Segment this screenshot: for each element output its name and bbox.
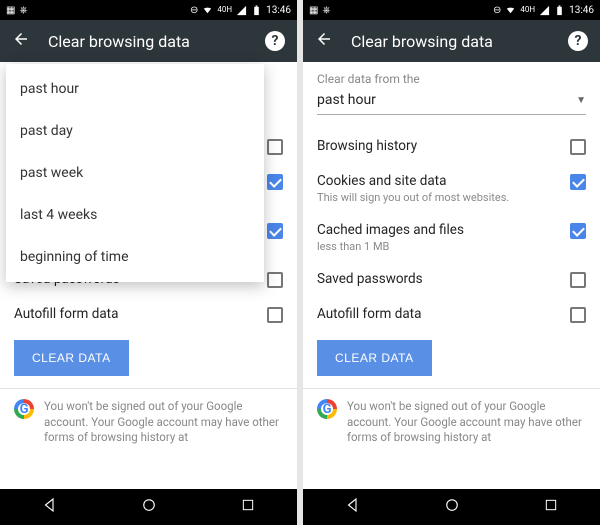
content-area: Clear data from the past hour ▼ Browsing… [303,62,600,489]
phone-right: ▦ ⎈ ⊖ 40H 13:46 Clear browsing data ? Cl… [303,0,600,525]
nav-bar [303,489,600,525]
signal-text: 40H [217,6,232,14]
location-icon: ⎈ [19,5,27,16]
item-label: Autofill form data [14,306,259,322]
nav-back-icon[interactable] [41,496,59,518]
list-item[interactable]: Autofill form data [14,297,283,332]
google-logo-icon: G [14,399,34,419]
checkbox[interactable] [267,139,283,155]
item-label: Cookies and site data [317,173,562,189]
wifi-icon [202,5,213,16]
footer-text: You won't be signed out of your Google a… [347,399,586,446]
menu-item[interactable]: past week [6,152,264,194]
menu-item[interactable]: past hour [6,68,264,110]
clear-data-button[interactable]: CLEAR DATA [14,340,129,376]
footer-text: You won't be signed out of your Google a… [44,399,283,446]
clock-text: 13:46 [266,5,291,16]
dropdown-label: Clear data from the [317,72,586,86]
back-icon[interactable] [315,30,333,52]
checkbox[interactable] [570,139,586,155]
checkbox[interactable] [570,272,586,288]
app-bar: Clear browsing data ? [0,20,297,62]
page-title: Clear browsing data [48,32,247,51]
signal-text: 40H [520,6,535,14]
signal-icon [236,5,247,16]
image-icon: ▦ [6,5,15,16]
list-item[interactable]: Browsing history [317,129,586,164]
footer-note: G You won't be signed out of your Google… [317,389,586,446]
status-bar: ▦ ⎈ ⊖ 40H 13:46 [303,0,600,20]
back-icon[interactable] [12,30,30,52]
battery-icon [554,5,565,16]
time-range-menu: past hour past day past week last 4 week… [6,64,264,282]
app-bar: Clear browsing data ? [303,20,600,62]
help-icon[interactable]: ? [568,31,588,51]
nav-home-icon[interactable] [443,496,461,518]
location-icon: ⎈ [322,5,330,16]
nav-bar [0,489,297,525]
item-label: Browsing history [317,138,562,154]
google-logo-icon: G [317,399,337,419]
wifi-icon [505,5,516,16]
item-label: Saved passwords [317,271,562,287]
checkbox[interactable] [570,307,586,323]
list-item[interactable]: Autofill form data [317,297,586,332]
menu-item[interactable]: past day [6,110,264,152]
checkbox[interactable] [267,174,283,190]
battery-icon [251,5,262,16]
list-item[interactable]: Cached images and files less than 1 MB [317,213,586,262]
item-label: Autofill form data [317,306,562,322]
nav-recent-icon[interactable] [543,497,559,517]
dropdown-value: past hour [317,92,376,108]
nav-recent-icon[interactable] [240,497,256,517]
footer-note: G You won't be signed out of your Google… [14,389,283,446]
status-bar: ▦ ⎈ ⊖ 40H 13:46 [0,0,297,20]
help-icon[interactable]: ? [265,31,285,51]
list-item[interactable]: Cookies and site data This will sign you… [317,164,586,213]
nav-back-icon[interactable] [344,496,362,518]
image-icon: ▦ [309,5,318,16]
checkbox[interactable] [267,223,283,239]
dnd-icon: ⊖ [190,5,198,16]
caret-down-icon: ▼ [576,95,586,106]
menu-item[interactable]: beginning of time [6,236,264,278]
clear-data-button[interactable]: CLEAR DATA [317,340,432,376]
checkbox[interactable] [267,272,283,288]
time-range-dropdown[interactable]: past hour ▼ [317,88,586,115]
list-item[interactable]: Saved passwords [317,262,586,297]
signal-icon [539,5,550,16]
item-sublabel: This will sign you out of most websites. [317,191,562,204]
dnd-icon: ⊖ [493,5,501,16]
item-sublabel: less than 1 MB [317,240,562,253]
nav-home-icon[interactable] [140,496,158,518]
item-label: Cached images and files [317,222,562,238]
phone-left: ▦ ⎈ ⊖ 40H 13:46 Clear browsing data ? Cl… [0,0,297,525]
checkbox[interactable] [570,223,586,239]
page-title: Clear browsing data [351,32,550,51]
clock-text: 13:46 [569,5,594,16]
menu-item[interactable]: last 4 weeks [6,194,264,236]
checkbox[interactable] [267,307,283,323]
checkbox[interactable] [570,174,586,190]
